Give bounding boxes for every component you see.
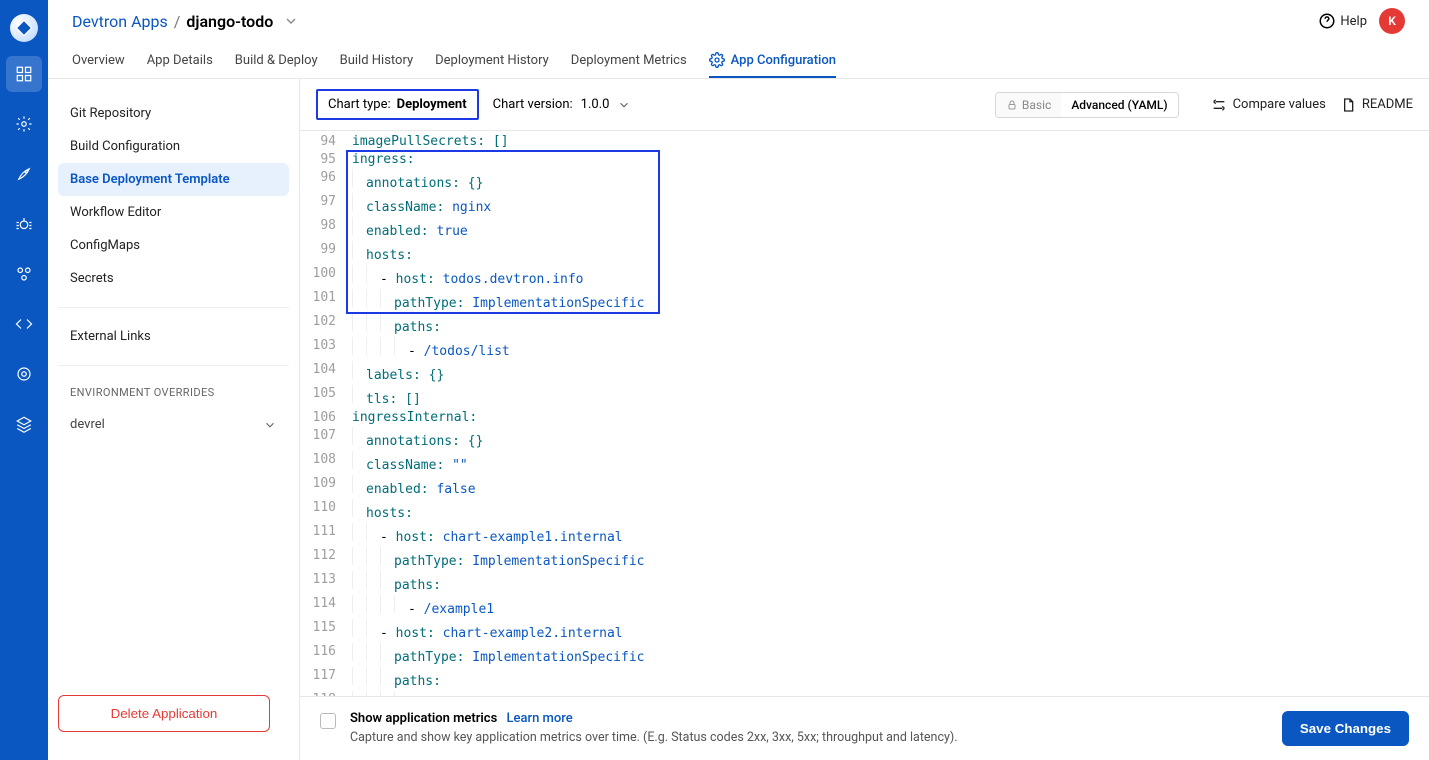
save-changes-button[interactable]: Save Changes [1282, 711, 1409, 746]
sidebar-item-secrets[interactable]: Secrets [58, 262, 289, 295]
code-line: 113paths: [300, 571, 1429, 595]
advanced-label: Advanced (YAML) [1071, 98, 1167, 112]
code-line: 114- /example1 [300, 595, 1429, 619]
delete-application-button[interactable]: Delete Application [58, 695, 270, 732]
code-line: 100- host: todos.devtron.info [300, 265, 1429, 289]
sidebar-item-external-links[interactable]: External Links [58, 320, 289, 353]
sidebar-item-configmaps[interactable]: ConfigMaps [58, 229, 289, 262]
tab-app-configuration[interactable]: App Configuration [709, 44, 836, 78]
tab-deployment-history[interactable]: Deployment History [435, 44, 549, 78]
code-line: 98enabled: true [300, 217, 1429, 241]
help-icon [1318, 12, 1336, 30]
editor-footer: Show application metrics Learn more Capt… [300, 696, 1429, 760]
tab-deployment-metrics[interactable]: Deployment Metrics [571, 44, 687, 78]
compare-values-button[interactable]: Compare values [1211, 97, 1326, 113]
help-label: Help [1340, 14, 1367, 29]
nav-rail [0, 0, 48, 760]
learn-more-link[interactable]: Learn more [507, 711, 573, 726]
chart-type-value: Deployment [397, 97, 467, 112]
sidebar-item-git-repository[interactable]: Git Repository [58, 97, 289, 130]
code-line: 106ingressInternal: [300, 409, 1429, 427]
code-line: 96annotations: {} [300, 169, 1429, 193]
code-line: 102paths: [300, 313, 1429, 337]
code-line: 107annotations: {} [300, 427, 1429, 451]
nav-gear-icon[interactable] [6, 106, 42, 142]
code-line: 95ingress: [300, 151, 1429, 169]
body-row: Git RepositoryBuild ConfigurationBase De… [48, 79, 1429, 760]
chart-version-label: Chart version: [493, 97, 573, 112]
code-line: 105tls: [] [300, 385, 1429, 409]
code-line: 109enabled: false [300, 475, 1429, 499]
help-link[interactable]: Help [1318, 12, 1367, 30]
chart-version-value: 1.0.0 [581, 97, 610, 112]
code-line: 101pathType: ImplementationSpecific [300, 289, 1429, 313]
document-icon [1340, 97, 1356, 113]
code-line: 112pathType: ImplementationSpecific [300, 547, 1429, 571]
tab-build-history[interactable]: Build History [340, 44, 414, 78]
code-line: 94imagePullSecrets: [] [300, 133, 1429, 151]
tab-app-details[interactable]: App Details [147, 44, 213, 78]
readme-button[interactable]: README [1340, 97, 1413, 113]
chevron-down-icon[interactable] [283, 13, 299, 29]
editor-mode-toggle: Basic Advanced (YAML) [995, 92, 1179, 118]
editor-toolbar: Chart type: Deployment Chart version: 1.… [300, 79, 1429, 131]
editor-area: Chart type: Deployment Chart version: 1.… [300, 79, 1429, 760]
code-line: 103- /todos/list [300, 337, 1429, 361]
lock-icon [1006, 99, 1018, 111]
env-override-label: devrel [70, 417, 105, 432]
nav-bug-icon[interactable] [6, 206, 42, 242]
config-sidebar: Git RepositoryBuild ConfigurationBase De… [48, 79, 300, 760]
compare-icon [1211, 97, 1227, 113]
chart-type-label: Chart type: [328, 97, 391, 112]
nav-layers-icon[interactable] [6, 406, 42, 442]
breadcrumb-root-link[interactable]: Devtron Apps [72, 12, 168, 31]
brand-logo-icon[interactable] [10, 14, 38, 42]
tab-build-deploy[interactable]: Build & Deploy [235, 44, 318, 78]
breadcrumb: Devtron Apps / django-todo Help K [72, 8, 1405, 34]
page-header: Devtron Apps / django-todo Help K Overvi… [48, 0, 1429, 79]
code-line: 99hosts: [300, 241, 1429, 265]
show-metrics-subtitle: Capture and show key application metrics… [350, 730, 958, 745]
sidebar-item-base-deployment-template[interactable]: Base Deployment Template [58, 163, 289, 196]
env-overrides-heading: ENVIRONMENT OVERRIDES [58, 378, 289, 407]
chart-type-selector[interactable]: Chart type: Deployment [316, 89, 479, 120]
code-line: 117paths: [300, 667, 1429, 691]
code-line: 116pathType: ImplementationSpecific [300, 643, 1429, 667]
tab-overview[interactable]: Overview [72, 44, 125, 78]
code-line: 110hosts: [300, 499, 1429, 523]
compare-label: Compare values [1233, 97, 1326, 112]
sidebar-item-build-configuration[interactable]: Build Configuration [58, 130, 289, 163]
editor-mode-advanced[interactable]: Advanced (YAML) [1061, 93, 1177, 117]
chart-version-selector[interactable]: Chart version: 1.0.0 [493, 97, 632, 112]
gear-icon [709, 52, 725, 68]
nav-cluster-icon[interactable] [6, 256, 42, 292]
app-name: django-todo [186, 12, 273, 31]
basic-label: Basic [1022, 98, 1051, 112]
breadcrumb-separator: / [174, 12, 181, 31]
nav-code-icon[interactable] [6, 306, 42, 342]
sidebar-item-workflow-editor[interactable]: Workflow Editor [58, 196, 289, 229]
app-tabs: Overview App Details Build & Deploy Build H… [72, 44, 1405, 78]
chevron-down-icon [263, 418, 277, 432]
env-override-item[interactable]: devrel [58, 409, 289, 440]
code-line: 118- /example2 [300, 691, 1429, 696]
nav-apps-icon[interactable] [6, 56, 42, 92]
nav-rocket-icon[interactable] [6, 156, 42, 192]
chevron-down-icon [617, 98, 631, 112]
user-avatar[interactable]: K [1379, 8, 1405, 34]
readme-label: README [1362, 97, 1413, 112]
show-metrics-checkbox[interactable] [320, 713, 336, 729]
code-line: 115- host: chart-example2.internal [300, 619, 1429, 643]
code-line: 108className: "" [300, 451, 1429, 475]
nav-settings-icon[interactable] [6, 356, 42, 392]
main-area: Devtron Apps / django-todo Help K Overvi… [48, 0, 1429, 760]
show-metrics-title: Show application metrics [350, 711, 497, 726]
code-line: 104labels: {} [300, 361, 1429, 385]
editor-mode-basic[interactable]: Basic [996, 93, 1061, 117]
code-line: 97className: nginx [300, 193, 1429, 217]
code-line: 111- host: chart-example1.internal [300, 523, 1429, 547]
yaml-editor[interactable]: 94imagePullSecrets: []95ingress:96annota… [300, 131, 1429, 696]
